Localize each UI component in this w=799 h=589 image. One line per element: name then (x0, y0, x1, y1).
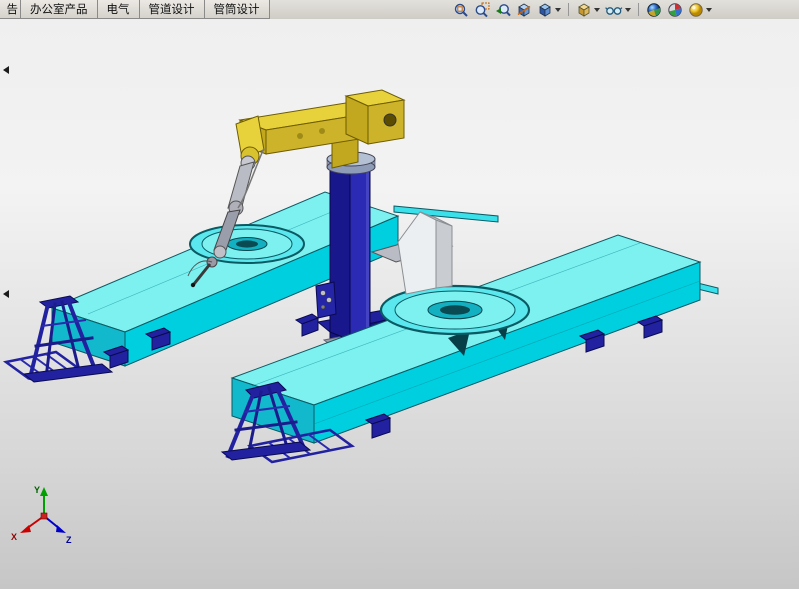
dropdown-caret-icon (625, 8, 631, 12)
toolbar-separator (568, 3, 569, 16)
support-block-left-mid2[interactable] (296, 314, 318, 336)
lighting-icon[interactable] (687, 1, 713, 18)
heads-up-view-toolbar (452, 0, 799, 19)
previous-view-icon[interactable] (494, 1, 512, 18)
edit-appearance-icon[interactable] (666, 1, 684, 18)
tab-partial-label: 告 (7, 1, 19, 17)
robot-counterweight[interactable] (346, 90, 404, 144)
tab-piping-design[interactable]: 管道设计 (139, 0, 205, 19)
tab-tubing-design[interactable]: 管筒设计 (204, 0, 270, 19)
apply-scene-icon[interactable] (645, 1, 663, 18)
ring-seat-left[interactable] (190, 225, 304, 263)
tab-label: 管筒设计 (214, 1, 260, 17)
wedge-plate[interactable] (398, 212, 452, 294)
tab-partial[interactable]: 告 (0, 0, 21, 19)
axis-y-label: Y (34, 485, 40, 495)
axis-x-label: X (11, 532, 17, 542)
dropdown-caret-icon (706, 8, 712, 12)
graphics-viewport[interactable]: Y X Z (0, 19, 799, 589)
dropdown-caret-icon (555, 8, 561, 12)
zoom-to-fit-icon[interactable] (452, 1, 470, 18)
3d-scene[interactable]: Y X Z (0, 19, 799, 589)
axis-z-label: Z (66, 535, 72, 545)
collapse-panel-arrow-middle[interactable] (0, 286, 12, 302)
tab-label: 办公室产品 (30, 1, 88, 17)
left-triangle-icon (3, 290, 9, 298)
orientation-triad: Y X Z (11, 485, 72, 545)
collapse-panel-arrow-top[interactable] (0, 62, 12, 78)
tab-office-products[interactable]: 办公室产品 (20, 0, 98, 19)
cad-application-window: 告 办公室产品 电气 管道设计 管筒设计 (0, 0, 799, 589)
command-tab-bar: 告 办公室产品 电气 管道设计 管筒设计 (0, 0, 799, 20)
section-view-icon[interactable] (515, 1, 533, 18)
column-control-box[interactable] (316, 282, 336, 318)
toolbar-separator (638, 3, 639, 16)
display-style-icon[interactable] (536, 1, 562, 18)
tab-label: 管道设计 (149, 1, 195, 17)
view-orientation-icon[interactable] (575, 1, 601, 18)
hide-show-items-icon[interactable] (604, 1, 632, 18)
ring-seat-right[interactable] (381, 286, 529, 334)
tab-label: 电气 (107, 1, 130, 17)
left-triangle-icon (3, 66, 9, 74)
zoom-to-area-icon[interactable] (473, 1, 491, 18)
tab-electrical[interactable]: 电气 (97, 0, 140, 19)
dropdown-caret-icon (594, 8, 600, 12)
